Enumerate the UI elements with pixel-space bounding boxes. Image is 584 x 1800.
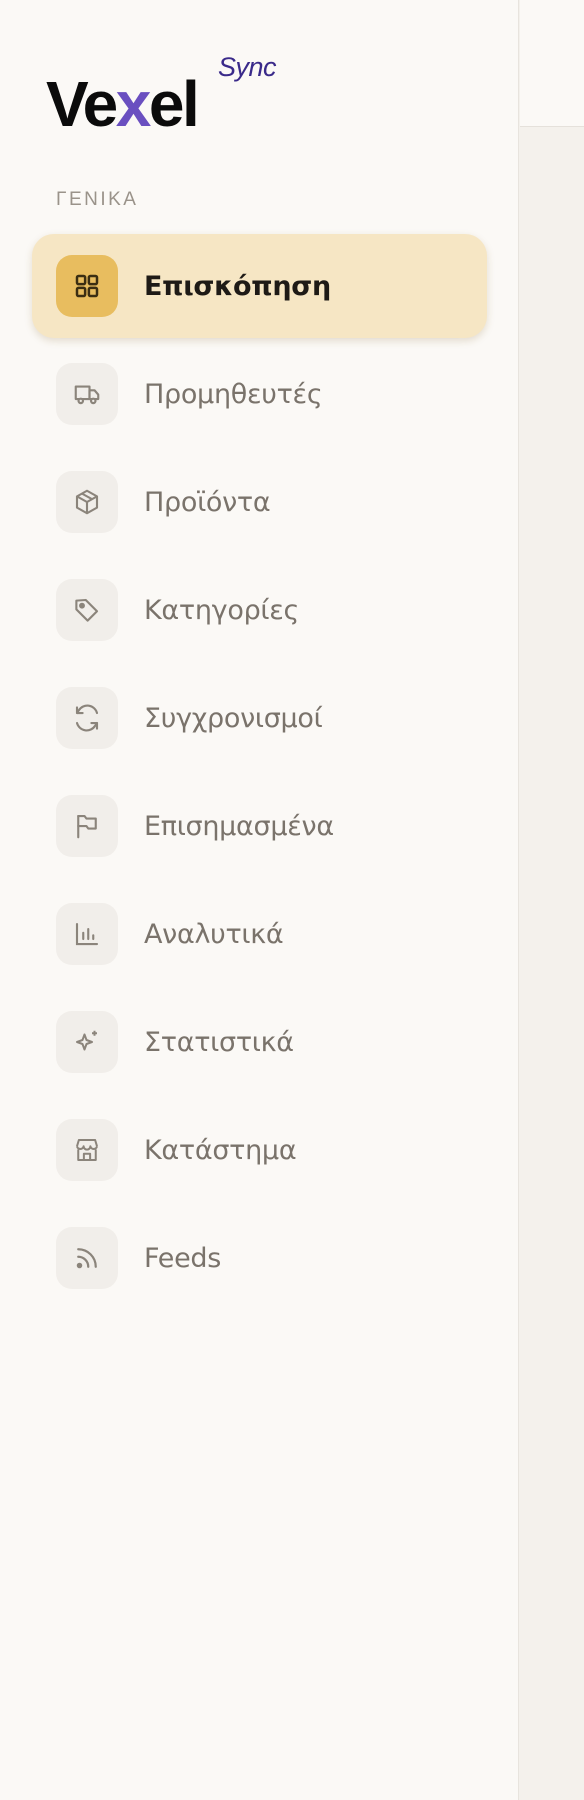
refresh-icon — [56, 687, 118, 749]
sidebar-item-feeds[interactable]: Feeds — [32, 1206, 487, 1310]
sidebar-item-suppliers[interactable]: Προμηθευτές — [32, 342, 487, 446]
truck-icon — [56, 363, 118, 425]
sidebar-item-statistics[interactable]: Στατιστικά — [32, 990, 487, 1094]
vexel-sync-logo[interactable]: Vexel Sync — [46, 50, 286, 142]
grid-icon — [56, 255, 118, 317]
sidebar-item-label: Στατιστικά — [144, 1026, 294, 1058]
sidebar: Vexel Sync ΓΕΝΙΚΑ Επισκόπηση Προμηθευτές… — [0, 0, 519, 1800]
logo-sync-text: Sync — [218, 52, 277, 82]
store-icon — [56, 1119, 118, 1181]
sidebar-item-analytics[interactable]: Αναλυτικά — [32, 882, 487, 986]
bar-chart-icon — [56, 903, 118, 965]
sidebar-item-label: Feeds — [144, 1242, 221, 1274]
sidebar-item-syncs[interactable]: Συγχρονισμοί — [32, 666, 487, 770]
sidebar-item-overview[interactable]: Επισκόπηση — [32, 234, 487, 338]
sidebar-item-store[interactable]: Κατάστημα — [32, 1098, 487, 1202]
sidebar-item-label: Προϊόντα — [144, 486, 271, 518]
sidebar-nav: Επισκόπηση Προμηθευτές Προϊόντα Κατηγορί… — [32, 234, 487, 1314]
sidebar-item-label: Αναλυτικά — [144, 918, 284, 950]
sparkles-icon — [56, 1011, 118, 1073]
logo-wordmark: Vexel — [46, 68, 200, 140]
sidebar-item-flagged[interactable]: Επισημασμένα — [32, 774, 487, 878]
tag-icon — [56, 579, 118, 641]
flag-icon — [56, 795, 118, 857]
section-label-general: ΓΕΝΙΚΑ — [56, 189, 139, 210]
rss-icon — [56, 1227, 118, 1289]
top-header-bar — [520, 0, 584, 127]
box-icon — [56, 471, 118, 533]
sidebar-item-label: Προμηθευτές — [144, 378, 323, 410]
sidebar-item-label: Επισκόπηση — [144, 270, 331, 302]
sidebar-item-label: Κατάστημα — [144, 1134, 297, 1166]
sidebar-item-label: Κατηγορίες — [144, 594, 300, 626]
sidebar-item-label: Συγχρονισμοί — [144, 702, 323, 734]
sidebar-item-label: Επισημασμένα — [144, 810, 334, 842]
sidebar-item-categories[interactable]: Κατηγορίες — [32, 558, 487, 662]
sidebar-item-products[interactable]: Προϊόντα — [32, 450, 487, 554]
